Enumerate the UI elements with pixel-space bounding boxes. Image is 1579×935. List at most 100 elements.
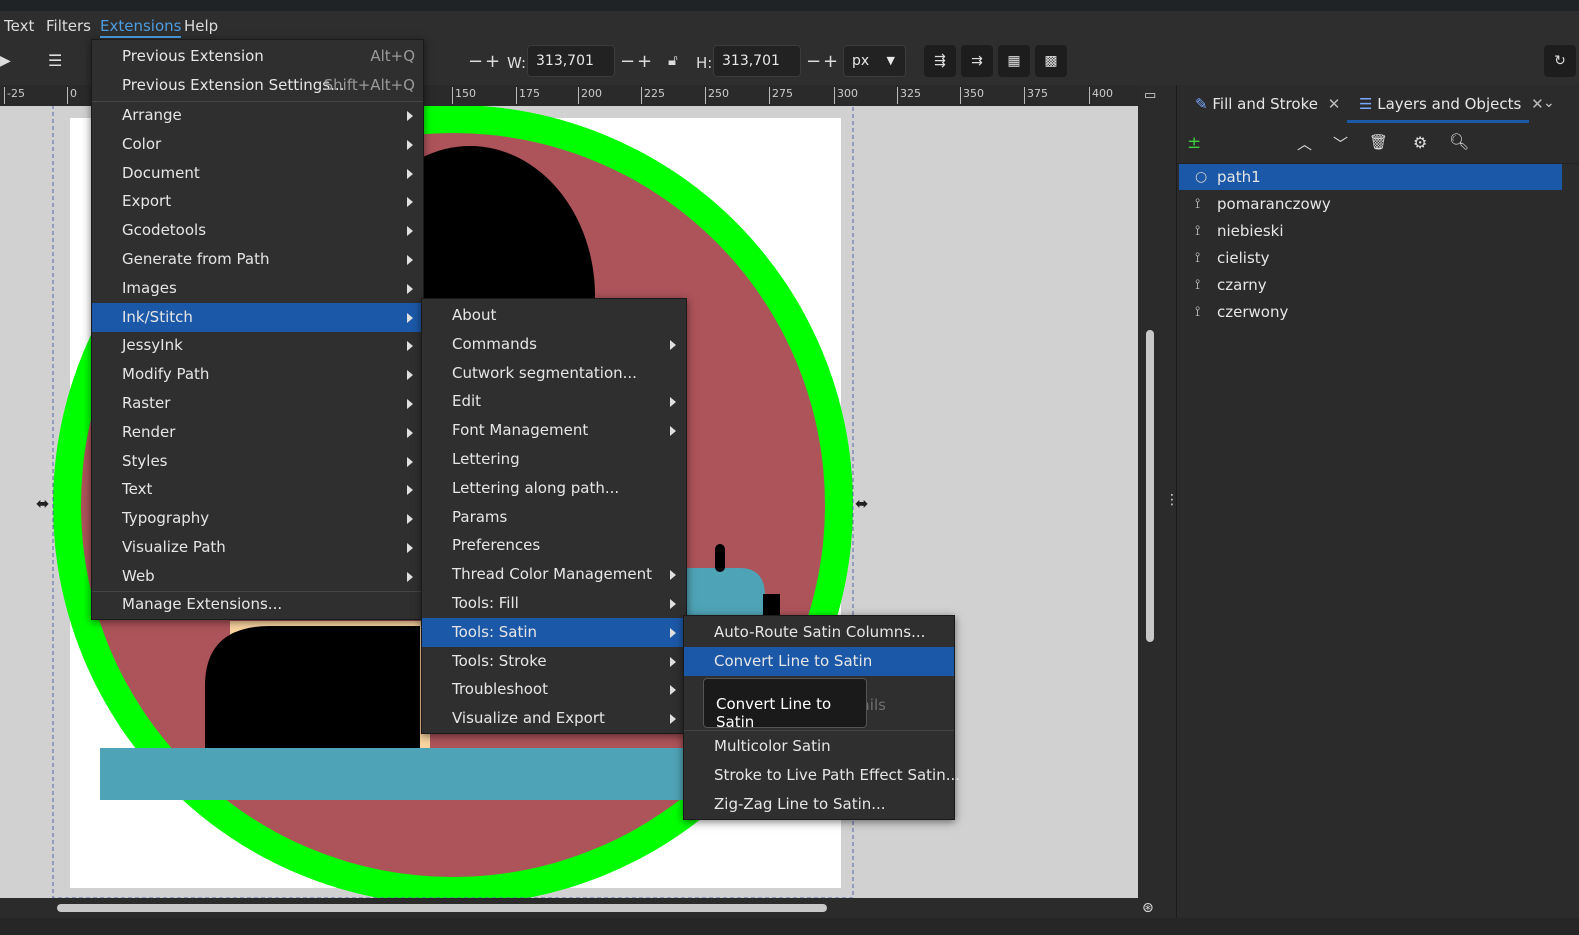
menu-item-multicolor-satin[interactable]: Multicolor Satin (684, 732, 954, 761)
lock-icon[interactable]: 🔓︎ (668, 51, 678, 69)
list-item[interactable]: ⟟ czerwony (1179, 299, 1562, 325)
menu-item-label: Previous Extension Settings... (122, 76, 345, 94)
x-minus-button[interactable]: − (468, 51, 483, 72)
ruler-tick-label: 275 (769, 87, 793, 104)
menu-item-tools-satin[interactable]: Tools: Satin (422, 617, 686, 647)
display-icon[interactable]: ▭ (1144, 88, 1156, 103)
list-item[interactable]: ⟟ cielisty (1179, 245, 1562, 271)
snap-icon[interactable]: ↻ (1544, 45, 1576, 77)
menu-item-edit[interactable]: Edit (422, 387, 686, 416)
submenu-arrow-icon (407, 543, 413, 553)
menu-extensions[interactable]: Extensions (100, 17, 182, 38)
menu-item-label: Cutwork segmentation... (452, 363, 637, 382)
x-plus-button[interactable]: + (485, 51, 500, 72)
menu-item-convert-line-to-satin[interactable]: Convert Line to Satin (684, 647, 954, 676)
menu-text[interactable]: Text (4, 17, 34, 35)
menu-item-thread-color-management[interactable]: Thread Color Management (422, 560, 686, 589)
menu-item-gcodetools[interactable]: Gcodetools (92, 216, 423, 245)
unit-select[interactable]: px ▼ (843, 45, 906, 77)
menu-item-modify-path[interactable]: Modify Path (92, 360, 423, 389)
menu-item-raster[interactable]: Raster (92, 389, 423, 418)
menu-item-params[interactable]: Params (422, 503, 686, 532)
menu-help[interactable]: Help (184, 17, 218, 35)
search-icon[interactable]: 🔍︎ (1449, 132, 1469, 151)
vertical-scroll-thumb[interactable] (1146, 330, 1154, 642)
height-minus-button[interactable]: − (806, 51, 821, 72)
menu-item-previous-extension[interactable]: Previous Extension Alt+Q (92, 42, 423, 71)
menu-item-commands[interactable]: Commands (422, 330, 686, 359)
menu-item-cutwork-segmentation[interactable]: Cutwork segmentation... (422, 359, 686, 388)
submenu-arrow-icon (407, 514, 413, 525)
horizontal-scroll-thumb[interactable] (57, 904, 827, 912)
menu-item-document[interactable]: Document (92, 159, 423, 188)
menu-item-font-management[interactable]: Font Management (422, 416, 686, 445)
menu-item-tools-fill[interactable]: Tools: Fill (422, 589, 686, 618)
color-mode-icon[interactable]: ⊛ (1142, 900, 1154, 916)
menu-item-tools-stroke[interactable]: Tools: Stroke (422, 647, 686, 676)
scale-stroke-icon[interactable]: ⇶ (924, 45, 956, 77)
height-input[interactable]: 313,701 (713, 45, 801, 77)
chevron-up-icon[interactable]: ︿ (1297, 133, 1312, 154)
menu-item-arrange[interactable]: Arrange (92, 101, 423, 130)
menu-item-label: Edit (452, 392, 482, 411)
tab-layers-and-objects[interactable]: ☰ Layers and Objects ✕ (1359, 95, 1544, 113)
menu-item-label: Color (122, 134, 162, 153)
ruler-tick-label: 350 (960, 87, 984, 104)
menu-item-visualize-and-export[interactable]: Visualize and Export (422, 704, 686, 733)
ruler-tick-label: 250 (705, 87, 729, 104)
menu-item-generate-from-path[interactable]: Generate from Path (92, 245, 423, 274)
height-plus-button[interactable]: + (823, 51, 838, 72)
tab-fill-and-stroke[interactable]: ✎ Fill and Stroke ✕ (1195, 95, 1340, 113)
list-item[interactable]: ⟟ pomaranczowy (1179, 191, 1562, 217)
menu-filters[interactable]: Filters (46, 17, 91, 35)
list-item[interactable]: ○ path1 (1179, 164, 1562, 190)
transform-patterns-icon[interactable]: ▩ (1035, 45, 1067, 77)
select-arrow-icon[interactable]: ▶ (0, 53, 11, 69)
menu-item-text[interactable]: Text (92, 475, 423, 504)
menu-item-styles[interactable]: Styles (92, 447, 423, 476)
ruler-tick-label: 325 (897, 87, 921, 104)
menu-item-label: Web (122, 566, 155, 585)
menu-item-images[interactable]: Images (92, 274, 423, 303)
scale-corners-icon[interactable]: ⇉ (961, 45, 993, 77)
menu-item-visualize-path[interactable]: Visualize Path (92, 533, 423, 562)
menu-item-export[interactable]: Export (92, 187, 423, 216)
list-item[interactable]: ⟟ czarny (1179, 272, 1562, 298)
menu-item-label: About (452, 306, 497, 324)
close-icon[interactable]: ✕ (1531, 95, 1544, 113)
transform-gradients-icon[interactable]: ▦ (998, 45, 1030, 77)
menu-item-label: Lettering along path... (452, 478, 620, 497)
close-icon[interactable]: ✕ (1328, 95, 1341, 113)
chevron-down-icon[interactable]: ⌄ (1543, 95, 1555, 111)
menu-item-label: Lettering (452, 450, 520, 468)
gear-icon[interactable]: ⚙ (1413, 133, 1427, 152)
menu-item-color[interactable]: Color (92, 130, 423, 159)
menu-item-troubleshoot[interactable]: Troubleshoot (422, 675, 686, 704)
menu-item-web[interactable]: Web (92, 562, 423, 591)
menu-item-previous-settings[interactable]: Previous Extension Settings... Shift+Alt… (92, 71, 423, 100)
trash-icon[interactable]: 🗑︎ (1369, 133, 1388, 151)
menu-item-label: Troubleshoot (452, 680, 548, 699)
align-icon[interactable]: ☰ (48, 51, 62, 70)
menu-item-about[interactable]: About (422, 301, 686, 330)
menu-item-manage-extensions[interactable]: Manage Extensions... (92, 590, 423, 619)
scale-handle-right-icon[interactable]: ⬌ (855, 494, 868, 513)
list-item[interactable]: ⟟ niebieski (1179, 218, 1562, 244)
menu-item-auto-route-satin-columns[interactable]: Auto-Route Satin Columns... (684, 618, 954, 647)
menu-item-preferences[interactable]: Preferences (422, 531, 686, 560)
add-layer-icon[interactable]: ± (1187, 133, 1201, 153)
chevron-down-icon[interactable]: ﹀ (1333, 133, 1348, 154)
menu-item-ink-stitch[interactable]: Ink/Stitch (92, 302, 423, 332)
menu-item-lettering-along-path[interactable]: Lettering along path... (422, 474, 686, 503)
menu-item-render[interactable]: Render (92, 418, 423, 447)
menu-item-label: Document (122, 163, 200, 182)
menu-item-stroke-to-live-path-effect-satin[interactable]: Stroke to Live Path Effect Satin... (684, 761, 960, 790)
menu-item-lettering[interactable]: Lettering (422, 445, 686, 474)
menu-item-typography[interactable]: Typography (92, 504, 423, 533)
width-minus-button[interactable]: − (620, 51, 635, 72)
menu-item-zig-zag-line-to-satin[interactable]: Zig-Zag Line to Satin... (684, 790, 954, 819)
menu-item-jessyink[interactable]: JessyInk (92, 331, 423, 360)
width-plus-button[interactable]: + (637, 51, 652, 72)
scale-handle-left-icon[interactable]: ⬌ (36, 494, 49, 513)
width-input[interactable]: 313,701 (527, 45, 615, 77)
